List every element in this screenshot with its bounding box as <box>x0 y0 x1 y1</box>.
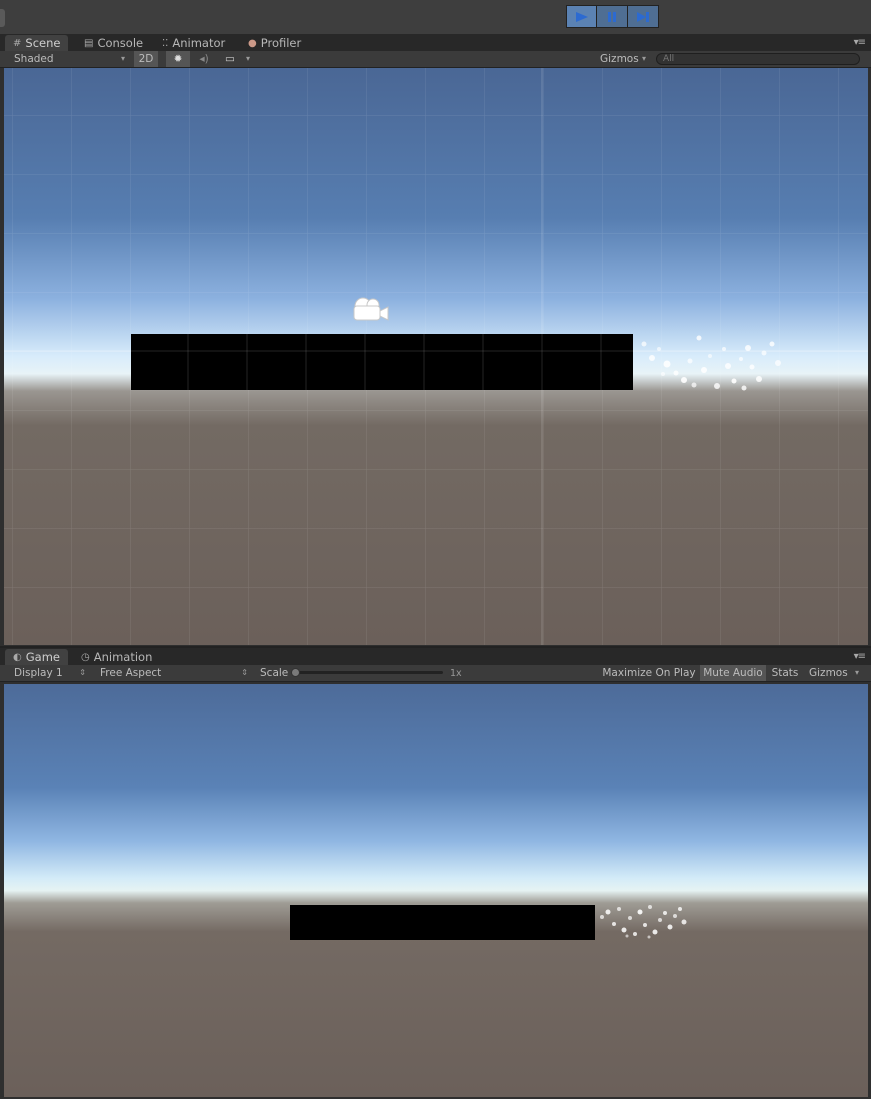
dropdown-arrow-icon: ▾ <box>854 668 859 677</box>
updown-arrow-icon: ⇕ <box>79 668 86 677</box>
grid-hash-icon: # <box>13 37 22 49</box>
scale-value: 1x <box>450 667 462 679</box>
scene-view-viewport[interactable] <box>4 68 868 645</box>
panel-menu-icon[interactable]: ▾≡ <box>854 651 866 662</box>
animation-clock-icon: ◷ <box>81 651 90 663</box>
stats-label: Stats <box>771 667 799 679</box>
maximize-on-play-toggle[interactable]: Maximize On Play <box>600 665 698 681</box>
main-toolbar <box>0 0 871 35</box>
panel-menu-icon[interactable]: ▾≡ <box>854 37 866 48</box>
game-skybox <box>4 684 868 1097</box>
updown-arrow-icon: ⇕ <box>241 668 248 677</box>
scale-slider-handle[interactable] <box>291 668 300 677</box>
lighting-toggle[interactable]: ✹ <box>166 51 190 67</box>
tab-profiler[interactable]: ● Profiler <box>240 35 309 51</box>
mute-label: Mute Audio <box>703 667 763 679</box>
scene-panel: # Scene ▤ Console ⁚⁚ Animator ● Profiler… <box>0 34 871 646</box>
scale-slider[interactable] <box>291 668 443 677</box>
aspect-value: Free Aspect <box>100 667 162 679</box>
game-tab-bar: ◐ Game ◷ Animation ▾≡ <box>0 648 871 665</box>
scene-search-input[interactable] <box>656 53 860 65</box>
scene-tab-bar: # Scene ▤ Console ⁚⁚ Animator ● Profiler… <box>0 34 871 51</box>
game-gizmos-dropdown[interactable]: Gizmos ▾ <box>805 665 863 681</box>
display-dropdown[interactable]: Display 1 ⇕ <box>4 665 90 681</box>
game-toolbar: Display 1 ⇕ Free Aspect ⇕ Scale 1x Maxim… <box>0 665 871 682</box>
image-effects-icon: ▭ <box>225 53 235 65</box>
tab-animator[interactable]: ⁚⁚ Animator <box>154 35 233 51</box>
console-icon: ▤ <box>84 37 94 49</box>
mode-2d-toggle[interactable]: 2D <box>134 51 158 67</box>
tab-animation[interactable]: ◷ Animation <box>73 649 160 665</box>
tab-label: Scene <box>25 36 61 50</box>
gizmos-label: Gizmos <box>809 667 848 679</box>
shading-mode-dropdown[interactable]: Shaded ▾ <box>4 51 129 67</box>
profiler-icon: ● <box>248 37 257 49</box>
tab-console[interactable]: ▤ Console <box>76 35 151 51</box>
scale-control: Scale 1x <box>256 665 476 681</box>
scale-label: Scale <box>260 667 289 679</box>
step-button[interactable] <box>628 5 659 28</box>
mode-2d-label: 2D <box>138 53 154 65</box>
tab-label: Console <box>97 36 144 50</box>
scene-canvas[interactable] <box>4 68 868 645</box>
dropdown-arrow-icon: ▾ <box>120 54 125 63</box>
display-value: Display 1 <box>14 667 63 679</box>
sun-icon: ✹ <box>173 53 183 65</box>
game-view-viewport[interactable] <box>4 684 868 1097</box>
pause-icon <box>608 11 616 22</box>
scene-toolbar: Shaded ▾ 2D ✹ ◂) ▭ ▾ Gizmos ▾ <box>0 51 871 68</box>
platform-sprite[interactable] <box>131 334 633 390</box>
tab-label: Game <box>25 650 60 664</box>
dropdown-arrow-icon: ▾ <box>641 54 646 63</box>
shading-mode-value: Shaded <box>14 53 54 65</box>
step-icon <box>637 11 649 22</box>
maximize-label: Maximize On Play <box>602 667 696 679</box>
stats-toggle[interactable]: Stats <box>767 665 803 681</box>
game-icon: ◐ <box>13 651 22 663</box>
animator-icon: ⁚⁚ <box>162 37 169 49</box>
effects-dropdown[interactable]: ▭ ▾ <box>220 51 254 67</box>
tab-game[interactable]: ◐ Game <box>5 649 68 665</box>
play-button[interactable] <box>566 5 597 28</box>
tab-label: Profiler <box>260 36 302 50</box>
gizmos-label: Gizmos <box>600 53 639 65</box>
toolbar-edge-handle <box>0 9 5 27</box>
aspect-dropdown[interactable]: Free Aspect ⇕ <box>92 665 252 681</box>
game-panel: ◐ Game ◷ Animation ▾≡ Display 1 ⇕ Free A… <box>0 648 871 1099</box>
game-canvas[interactable] <box>4 684 868 1097</box>
speaker-icon: ◂) <box>199 53 209 65</box>
tab-label: Animation <box>93 650 153 664</box>
tab-scene[interactable]: # Scene <box>5 35 69 51</box>
dropdown-arrow-icon: ▾ <box>245 54 250 63</box>
play-icon <box>575 11 588 22</box>
tab-label: Animator <box>172 36 226 50</box>
mute-audio-toggle[interactable]: Mute Audio <box>700 665 766 681</box>
gizmos-dropdown[interactable]: Gizmos ▾ <box>596 51 650 67</box>
audio-toggle[interactable]: ◂) <box>192 51 216 67</box>
pause-button[interactable] <box>597 5 628 28</box>
play-controls <box>566 5 659 28</box>
game-platform-sprite <box>290 905 595 940</box>
